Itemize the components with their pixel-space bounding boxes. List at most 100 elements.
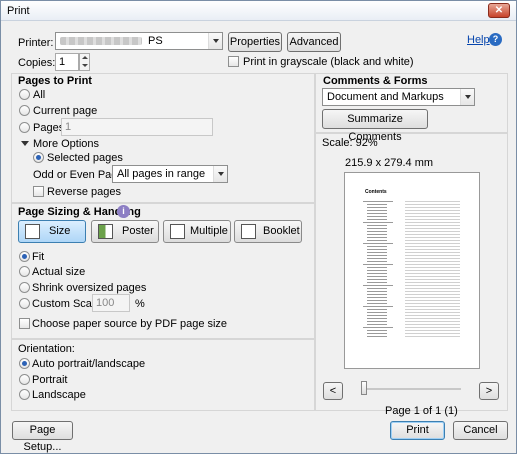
- stepper-up-icon[interactable]: [82, 56, 88, 59]
- reverse-pages-checkbox[interactable]: [33, 186, 44, 197]
- fit-label: Fit: [32, 251, 45, 263]
- stepper-down-icon[interactable]: [82, 64, 88, 67]
- preview-line: [367, 288, 387, 289]
- preview-line: [405, 255, 460, 256]
- selected-pages-label: Selected pages: [47, 152, 123, 164]
- print-dialog: Print ✕ Printer: PS Properties Advanced …: [0, 0, 517, 454]
- preview-line: [405, 285, 460, 286]
- preview-line: [367, 216, 387, 217]
- preview-line: [405, 258, 460, 259]
- help-link[interactable]: Help: [467, 34, 490, 46]
- copies-input[interactable]: 1: [55, 53, 79, 71]
- preview-line: [405, 201, 460, 202]
- shrink-radio[interactable]: [19, 282, 30, 293]
- custom-scale-radio[interactable]: [19, 298, 30, 309]
- paper-source-checkbox[interactable]: [19, 318, 30, 329]
- pages-label: Pages: [33, 122, 65, 134]
- preview-line: [367, 210, 387, 211]
- page-slider-thumb[interactable]: [361, 381, 367, 395]
- preview-line: [405, 321, 460, 322]
- preview-line: [367, 204, 387, 205]
- preview-line: [367, 237, 387, 238]
- close-icon[interactable]: ✕: [488, 3, 510, 18]
- portrait-radio[interactable]: [19, 374, 30, 385]
- preview-line: [405, 204, 460, 205]
- preview-line: [367, 276, 387, 277]
- window-title: Print: [7, 5, 30, 17]
- pages-range-input[interactable]: 1: [61, 118, 213, 136]
- comments-value: Document and Markups: [327, 91, 444, 103]
- copies-stepper[interactable]: [79, 53, 90, 71]
- preview-line: [367, 261, 387, 262]
- multiple-button-label: Multiple: [190, 225, 228, 237]
- all-pages-radio[interactable]: [19, 89, 30, 100]
- preview-line: [405, 294, 460, 295]
- preview-line: [405, 312, 460, 313]
- preview-line: [367, 270, 387, 271]
- printer-name-redacted: [60, 37, 142, 45]
- cancel-button[interactable]: Cancel: [453, 421, 508, 440]
- pages-radio[interactable]: [19, 122, 30, 133]
- preview-page-title: Contents: [365, 189, 387, 195]
- booklet-icon: [241, 224, 256, 239]
- comments-title: Comments & Forms: [323, 75, 428, 87]
- printer-select[interactable]: PS: [55, 32, 223, 50]
- chevron-down-icon[interactable]: [213, 166, 227, 182]
- booklet-button[interactable]: Booklet: [234, 220, 302, 243]
- preview-line: [367, 300, 387, 301]
- preview-line: [363, 327, 393, 328]
- preview-line: [405, 318, 460, 319]
- advanced-button[interactable]: Advanced: [287, 32, 341, 52]
- preview-line: [405, 267, 460, 268]
- preview-line: [367, 291, 387, 292]
- current-page-radio[interactable]: [19, 105, 30, 116]
- help-icon[interactable]: ?: [489, 33, 502, 46]
- auto-orientation-radio[interactable]: [19, 358, 30, 369]
- more-options-label[interactable]: More Options: [33, 138, 99, 150]
- grayscale-checkbox[interactable]: [228, 56, 239, 67]
- next-page-button[interactable]: >: [479, 382, 499, 400]
- preview-line: [367, 246, 387, 247]
- selected-pages-radio[interactable]: [33, 152, 44, 163]
- preview-line: [405, 273, 460, 274]
- info-icon[interactable]: i: [117, 205, 130, 218]
- chevron-down-icon[interactable]: [460, 89, 474, 105]
- preview-line: [405, 207, 460, 208]
- page-slider-track[interactable]: [361, 388, 461, 390]
- landscape-label: Landscape: [32, 389, 86, 401]
- expand-more-options-icon[interactable]: [21, 141, 29, 146]
- preview-line: [367, 318, 387, 319]
- page-setup-button[interactable]: Page Setup...: [12, 421, 73, 453]
- preview-line: [367, 312, 387, 313]
- landscape-radio[interactable]: [19, 389, 30, 400]
- fit-radio[interactable]: [19, 251, 30, 262]
- preview-line: [367, 207, 387, 208]
- summarize-comments-button[interactable]: Summarize Comments: [322, 109, 428, 143]
- preview-line: [405, 219, 460, 220]
- multiple-button[interactable]: Multiple: [163, 220, 231, 243]
- preview-line: [367, 240, 387, 241]
- preview-line: [367, 294, 387, 295]
- preview-line: [363, 264, 393, 265]
- chevron-down-icon[interactable]: [208, 33, 222, 49]
- odd-even-select[interactable]: All pages in range: [112, 165, 228, 183]
- actual-size-radio[interactable]: [19, 266, 30, 277]
- page-indicator: Page 1 of 1 (1): [385, 405, 458, 417]
- poster-icon: [98, 224, 113, 239]
- copies-value: 1: [59, 56, 66, 68]
- previous-page-button[interactable]: <: [323, 382, 343, 400]
- comments-select[interactable]: Document and Markups: [322, 88, 475, 106]
- multiple-pages-icon: [170, 224, 185, 239]
- preview-line: [405, 276, 460, 277]
- poster-button[interactable]: Poster: [91, 220, 159, 243]
- properties-button[interactable]: Properties: [228, 32, 282, 52]
- preview-line: [367, 282, 387, 283]
- preview-line: [405, 261, 460, 262]
- size-button[interactable]: Size: [18, 220, 86, 243]
- print-button[interactable]: Print: [390, 421, 445, 440]
- custom-scale-input[interactable]: 100: [92, 294, 130, 312]
- preview-line: [367, 267, 387, 268]
- preview-line: [367, 234, 387, 235]
- preview-line: [405, 315, 460, 316]
- preview-line: [367, 321, 387, 322]
